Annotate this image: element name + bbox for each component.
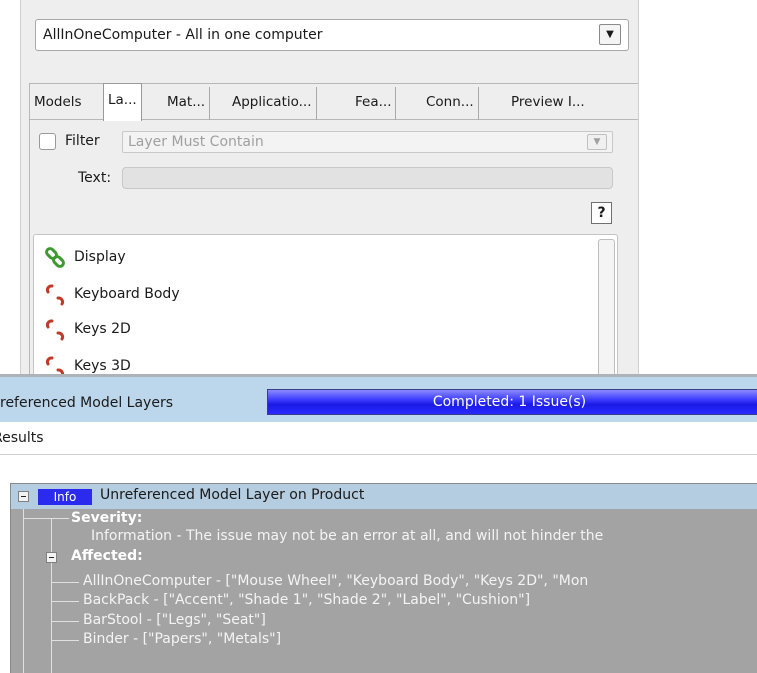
results-tree[interactable]: Info Unreferenced Model Layer on Product…	[10, 483, 757, 673]
help-button[interactable]: ?	[591, 202, 612, 224]
filter-checkbox[interactable]	[39, 133, 56, 150]
layer-label: Display	[74, 249, 126, 265]
chevron-down-icon[interactable]: ▼	[587, 134, 607, 150]
collapse-icon[interactable]	[46, 552, 57, 563]
filter-mode-value: Layer Must Contain	[128, 134, 264, 150]
filter-mode-dropdown[interactable]: Layer Must Contain ▼	[122, 131, 613, 153]
progress-text: Completed: 1 Issue(s)	[432, 394, 587, 410]
broken-chain-icon	[45, 356, 64, 374]
tree-line	[51, 601, 79, 602]
filter-text-input[interactable]	[122, 167, 613, 189]
issue-title: Unreferenced Model Layer on Product	[100, 487, 365, 503]
tree-line	[51, 621, 79, 622]
model-dropdown-value: AllInOneComputer - All in one computer	[43, 27, 323, 43]
filter-label: Filter	[65, 133, 100, 149]
tab-container: Models La... Mat... Applicatio... Fea...…	[29, 83, 638, 374]
affected-item: Binder - ["Papers", "Metals"]	[83, 631, 282, 647]
affected-label: Affected:	[71, 548, 143, 564]
tab-features[interactable]: Fea...	[351, 87, 397, 120]
severity-label: Severity:	[71, 510, 143, 526]
divider	[0, 454, 757, 455]
affected-item: BackPack - ["Accent", "Shade 1", "Shade …	[83, 592, 531, 608]
status-bar: referenced Model Layers Completed: 1 Iss…	[0, 374, 757, 422]
tree-line	[51, 582, 79, 583]
info-badge: Info	[38, 489, 92, 505]
broken-chain-icon	[45, 319, 65, 341]
tab-preview-images[interactable]: Preview I...	[507, 87, 589, 120]
tree-line	[51, 640, 79, 641]
layer-label: Keys 3D	[74, 358, 131, 374]
layers-panel: AllInOneComputer - All in one computer ▼…	[20, 0, 639, 374]
tab-applications[interactable]: Applicatio...	[228, 87, 317, 120]
broken-chain-icon	[45, 284, 65, 306]
tab-materials[interactable]: Mat...	[163, 87, 211, 120]
layer-label: Keys 2D	[74, 321, 131, 337]
filter-row: Filter Layer Must Contain ▼	[30, 131, 638, 153]
tab-connections[interactable]: Conn...	[422, 87, 479, 120]
tab-strip: Models La... Mat... Applicatio... Fea...…	[30, 83, 638, 121]
linked-chain-icon	[45, 247, 65, 268]
severity-text: Information - The issue may not be an er…	[91, 528, 604, 544]
chevron-down-icon[interactable]: ▼	[599, 24, 621, 45]
layer-list: Display Keyboard Body Keys 2D Keys 3D	[33, 234, 618, 374]
check-name: referenced Model Layers	[0, 395, 173, 411]
text-label: Text:	[78, 170, 112, 186]
vertical-scrollbar[interactable]	[598, 239, 615, 374]
model-dropdown[interactable]: AllInOneComputer - All in one computer ▼	[35, 19, 629, 51]
tree-row-issue[interactable]: Info Unreferenced Model Layer on Product	[11, 484, 757, 509]
affected-item: BarStool - ["Legs", "Seat"]	[83, 612, 266, 628]
layer-label: Keyboard Body	[74, 286, 180, 302]
results-label: Results	[0, 430, 44, 446]
affected-item: AllInOneComputer - ["Mouse Wheel", "Keyb…	[83, 573, 589, 589]
collapse-icon[interactable]	[18, 491, 29, 502]
validation-panel: referenced Model Layers Completed: 1 Iss…	[0, 374, 757, 673]
tree-line	[23, 518, 69, 519]
tab-models[interactable]: Models	[30, 87, 86, 120]
tree-line	[51, 518, 52, 673]
progress-bar: Completed: 1 Issue(s)	[267, 389, 757, 415]
tree-line	[23, 509, 24, 673]
tab-layers[interactable]: La...	[103, 83, 142, 121]
